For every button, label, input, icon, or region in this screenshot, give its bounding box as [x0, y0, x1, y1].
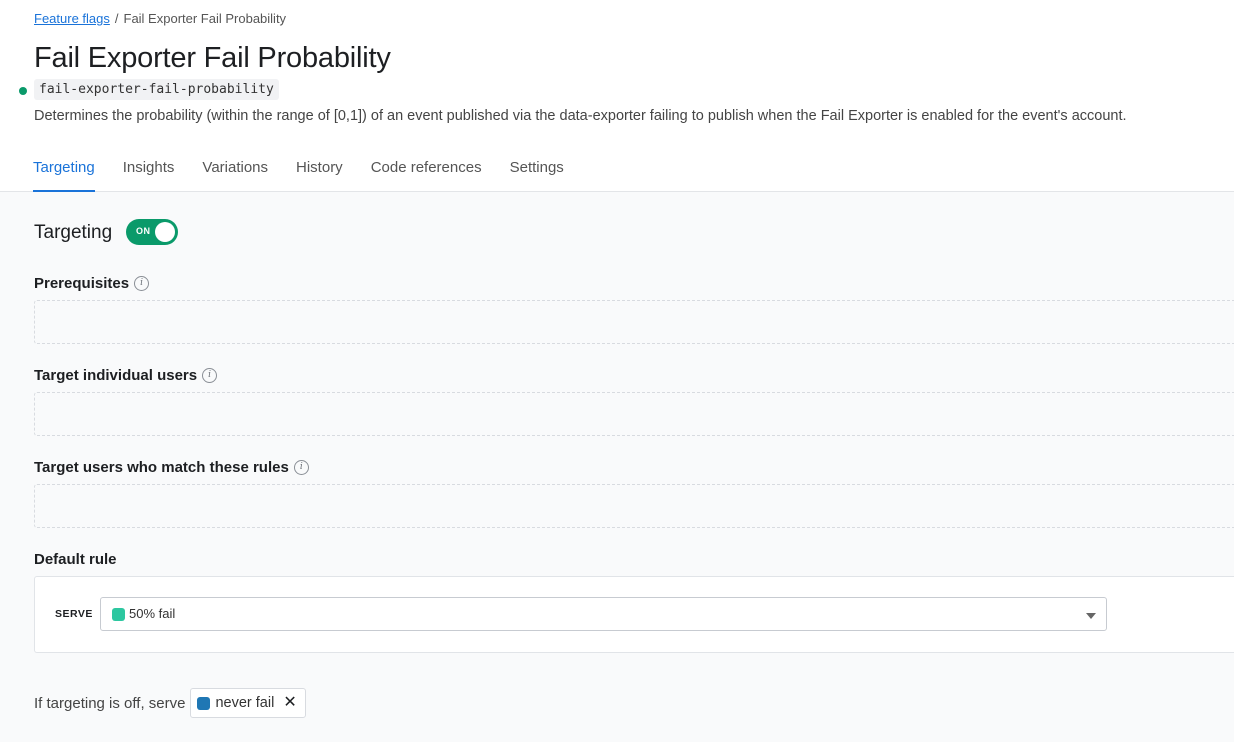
individual-users-dropzone[interactable]	[34, 392, 1234, 436]
tab-history[interactable]: History	[296, 159, 343, 192]
prerequisites-label: Prerequisites i	[34, 275, 150, 292]
flag-header: Feature flags / Fail Exporter Fail Probabi…	[0, 0, 1234, 192]
rules-label: Target users who match these rules i	[34, 459, 309, 476]
rules-label-text: Target users who match these rules	[34, 459, 289, 476]
targeting-panel: Targeting ON Prerequisites i Target indi…	[0, 192, 1234, 742]
breadcrumb-separator: /	[114, 11, 119, 26]
breadcrumb: Feature flags / Fail Exporter Fail Probabi…	[34, 11, 286, 26]
prerequisites-dropzone[interactable]	[34, 300, 1234, 344]
off-variation-text: If targeting is off, serve	[34, 694, 186, 712]
tab-bar: Targeting Insights Variations History Co…	[33, 159, 592, 192]
off-variation-value: never fail	[215, 695, 275, 711]
info-icon[interactable]: i	[293, 460, 309, 475]
variation-swatch-icon	[112, 608, 125, 621]
chevron-down-icon	[1086, 613, 1096, 619]
serve-label: SERVE	[55, 608, 93, 620]
info-icon[interactable]: i	[134, 276, 150, 291]
individual-users-label-text: Target individual users	[34, 367, 198, 384]
breadcrumb-current: Fail Exporter Fail Probability	[123, 11, 287, 26]
tab-insights[interactable]: Insights	[123, 159, 175, 192]
toggle-on-label: ON	[136, 226, 151, 236]
status-dot-icon	[19, 87, 27, 95]
rules-dropzone[interactable]	[34, 484, 1234, 528]
breadcrumb-link-feature-flags[interactable]: Feature flags	[34, 11, 110, 26]
prerequisites-label-text: Prerequisites	[34, 275, 130, 292]
targeting-toggle[interactable]: ON	[126, 219, 178, 245]
targeting-heading: Targeting	[34, 222, 113, 243]
off-variation-chip[interactable]: never fail ✕	[190, 688, 306, 718]
tab-code-references[interactable]: Code references	[371, 159, 482, 192]
default-rule-box: SERVE 50% fail	[34, 576, 1234, 653]
default-rule-label: Default rule	[34, 551, 117, 568]
tab-settings[interactable]: Settings	[510, 159, 564, 192]
info-icon[interactable]: i	[202, 368, 218, 383]
individual-users-label: Target individual users i	[34, 367, 218, 384]
variation-swatch-icon	[197, 696, 211, 710]
tab-variations[interactable]: Variations	[202, 159, 268, 192]
flag-key[interactable]: fail-exporter-fail-probability	[34, 79, 279, 100]
off-variation-row: If targeting is off, serve never fail ✕	[34, 688, 306, 718]
flag-description: Determines the probability (within the r…	[34, 108, 1127, 124]
serve-variation-select[interactable]: 50% fail	[100, 597, 1107, 631]
tab-targeting[interactable]: Targeting	[33, 159, 95, 192]
page-title: Fail Exporter Fail Probability	[34, 42, 391, 74]
close-icon[interactable]: ✕	[283, 695, 296, 711]
serve-selected-value: 50% fail	[129, 606, 176, 621]
toggle-knob	[155, 222, 175, 242]
